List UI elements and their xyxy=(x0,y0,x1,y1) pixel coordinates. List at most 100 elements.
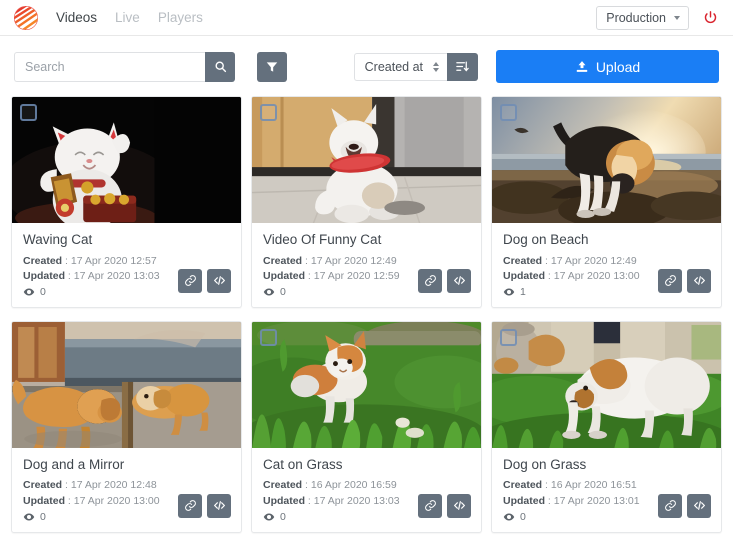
search-group xyxy=(14,51,235,82)
top-navbar: Videos Live Players Production xyxy=(0,0,733,36)
video-card[interactable]: Video Of Funny Cat Created : 17 Apr 2020… xyxy=(251,96,482,308)
thumbnail-waving-cat xyxy=(12,97,241,223)
sort-field-select[interactable]: Created at xyxy=(353,52,447,81)
power-icon[interactable] xyxy=(701,9,719,27)
embed-code-button[interactable] xyxy=(687,493,711,518)
video-title: Dog on Beach xyxy=(503,232,589,247)
sort-field-value: Created at xyxy=(364,59,423,74)
video-thumbnail[interactable] xyxy=(252,97,481,223)
code-icon xyxy=(453,276,465,286)
video-thumbnail[interactable] xyxy=(12,97,241,223)
nav-link-videos[interactable]: Videos xyxy=(56,11,97,25)
created-label: Created xyxy=(503,479,543,492)
sort-direction-button[interactable] xyxy=(447,52,478,81)
updated-value: 17 Apr 2020 13:03 xyxy=(313,494,400,507)
embed-code-button[interactable] xyxy=(207,493,231,518)
upload-icon xyxy=(576,60,588,72)
created-label: Created xyxy=(263,479,303,492)
nav-link-live[interactable]: Live xyxy=(115,11,140,25)
updated-separator: : xyxy=(307,269,311,282)
search-input[interactable] xyxy=(14,51,205,82)
copy-link-button[interactable] xyxy=(658,268,682,293)
app-logo[interactable] xyxy=(14,5,38,30)
updown-arrows-icon xyxy=(433,61,439,72)
copy-link-button[interactable] xyxy=(658,493,682,518)
search-button[interactable] xyxy=(205,51,235,82)
embed-code-button[interactable] xyxy=(447,268,471,293)
updated-label: Updated xyxy=(503,269,545,282)
embed-code-button[interactable] xyxy=(447,493,471,518)
created-value: 17 Apr 2020 12:49 xyxy=(310,254,397,267)
nav-link-players[interactable]: Players xyxy=(158,11,203,25)
copy-link-button[interactable] xyxy=(178,268,202,293)
select-checkbox[interactable] xyxy=(500,328,517,346)
updated-label: Updated xyxy=(503,494,545,507)
video-thumbnail[interactable] xyxy=(492,321,721,448)
copy-link-button[interactable] xyxy=(178,493,202,518)
video-card[interactable]: Waving Cat Created : 17 Apr 2020 12:57 U… xyxy=(11,96,242,308)
navbar-right-group: Production xyxy=(596,5,721,30)
link-icon xyxy=(664,275,676,287)
video-card[interactable]: Dog on Grass Created : 16 Apr 2020 16:51… xyxy=(491,320,722,533)
updated-label: Updated xyxy=(23,269,65,282)
updated-value: 17 Apr 2020 13:01 xyxy=(553,494,640,507)
code-icon xyxy=(213,501,225,511)
created-row: Created : 17 Apr 2020 12:49 xyxy=(503,254,710,269)
video-card-body: Dog on Beach Created : 17 Apr 2020 12:49… xyxy=(492,223,721,307)
eye-icon xyxy=(503,288,515,296)
link-icon xyxy=(424,500,436,512)
created-value: 17 Apr 2020 12:49 xyxy=(550,254,637,267)
select-checkbox[interactable] xyxy=(500,104,517,121)
video-card[interactable]: Cat on Grass Created : 16 Apr 2020 16:59… xyxy=(251,320,482,533)
code-icon xyxy=(693,276,705,286)
embed-code-button[interactable] xyxy=(687,268,711,293)
select-checkbox[interactable] xyxy=(260,104,277,121)
copy-link-button[interactable] xyxy=(418,268,442,293)
filter-button[interactable] xyxy=(257,51,287,82)
select-checkbox[interactable] xyxy=(20,104,37,121)
video-thumbnail[interactable] xyxy=(12,321,241,448)
copy-link-button[interactable] xyxy=(418,493,442,518)
created-value: 17 Apr 2020 12:48 xyxy=(70,479,157,492)
card-actions xyxy=(178,493,231,518)
created-separator: : xyxy=(65,254,68,267)
updated-value: 17 Apr 2020 13:00 xyxy=(553,269,640,282)
updated-value: 17 Apr 2020 13:03 xyxy=(73,269,160,282)
created-row: Created : 16 Apr 2020 16:51 xyxy=(503,478,710,493)
video-card-body: Dog on Grass Created : 16 Apr 2020 16:51… xyxy=(492,448,721,532)
created-row: Created : 17 Apr 2020 12:49 xyxy=(263,254,470,269)
views-count: 0 xyxy=(280,510,286,523)
created-separator: : xyxy=(65,479,68,492)
environment-select[interactable]: Production xyxy=(596,5,689,30)
card-actions xyxy=(658,268,711,293)
link-icon xyxy=(424,275,436,287)
select-checkbox[interactable] xyxy=(260,328,277,346)
updated-separator: : xyxy=(67,269,71,282)
thumbnail-dog-mirror xyxy=(12,321,241,448)
created-row: Created : 17 Apr 2020 12:57 xyxy=(23,254,230,269)
embed-code-button[interactable] xyxy=(207,268,231,293)
thumbnail-cat-grass xyxy=(252,321,481,448)
chevron-down-icon xyxy=(674,15,680,20)
video-thumbnail[interactable] xyxy=(252,321,481,448)
video-card[interactable]: Dog and a Mirror Created : 17 Apr 2020 1… xyxy=(11,320,242,533)
eye-icon xyxy=(263,513,275,521)
thumbnail-dog-grass xyxy=(492,321,721,448)
created-value: 17 Apr 2020 12:57 xyxy=(70,254,157,267)
card-actions xyxy=(418,493,471,518)
card-actions xyxy=(178,268,231,293)
sort-group: Created at xyxy=(353,52,478,81)
views-count: 0 xyxy=(40,285,46,298)
views-count: 1 xyxy=(520,285,526,298)
created-label: Created xyxy=(503,254,543,267)
link-icon xyxy=(664,500,676,512)
upload-button[interactable]: Upload xyxy=(496,50,719,83)
video-thumbnail[interactable] xyxy=(492,97,721,223)
updated-label: Updated xyxy=(263,494,305,507)
video-card-body: Cat on Grass Created : 16 Apr 2020 16:59… xyxy=(252,448,481,532)
created-label: Created xyxy=(23,479,63,492)
video-card[interactable]: Dog on Beach Created : 17 Apr 2020 12:49… xyxy=(491,96,722,308)
thumbnail-dog-beach xyxy=(492,97,721,223)
updated-separator: : xyxy=(547,269,551,282)
video-title: Dog and a Mirror xyxy=(23,456,125,472)
